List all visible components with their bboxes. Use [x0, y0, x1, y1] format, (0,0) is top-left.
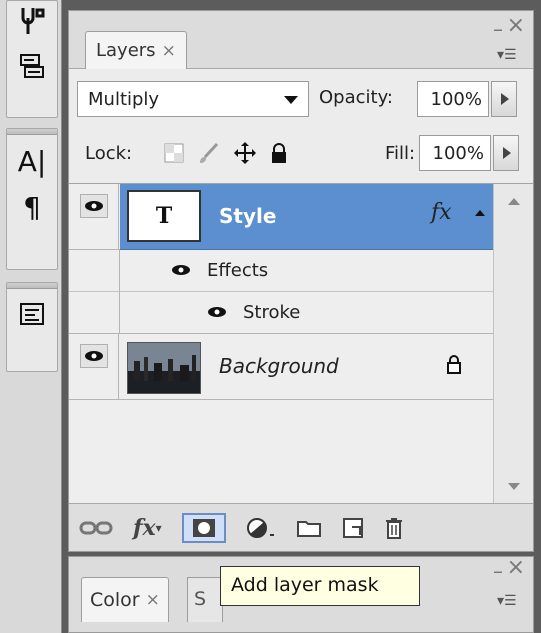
tab-layers-label: Layers: [96, 40, 156, 61]
eye-icon[interactable]: [79, 344, 108, 368]
layer-row-style[interactable]: T Style fx: [69, 184, 493, 250]
character-icon[interactable]: A|: [12, 141, 52, 181]
fill-label: Fill:: [385, 143, 416, 164]
trash-icon[interactable]: [384, 513, 404, 543]
adjustment-layer-icon[interactable]: [246, 513, 276, 543]
fill-field[interactable]: 100%: [419, 135, 491, 171]
fill-value: 100%: [432, 143, 484, 164]
group-grip: [7, 129, 57, 135]
fx-icon[interactable]: fx: [431, 200, 452, 225]
fill-slider-button[interactable]: [493, 135, 519, 171]
layer-list: T Style fx Effects Stroke Background: [69, 183, 533, 504]
eye-icon[interactable]: [171, 264, 191, 276]
brush-presets-icon[interactable]: [12, 1, 52, 41]
opacity-value: 100%: [430, 89, 482, 110]
panel-menu-icon[interactable]: ▾☰: [497, 593, 527, 611]
link-layers-icon[interactable]: [79, 513, 113, 543]
lock-transparent-icon[interactable]: [163, 142, 185, 164]
layers-scrollbar[interactable]: [493, 184, 533, 504]
tool-group-text: A| ¶: [6, 128, 58, 270]
layer-comps-icon[interactable]: [12, 295, 52, 335]
close-tab-icon[interactable]: ×: [162, 41, 176, 61]
tab-layers[interactable]: Layers ×: [85, 31, 187, 69]
paragraph-icon[interactable]: ¶: [12, 187, 52, 227]
lock-move-icon[interactable]: [233, 141, 257, 165]
lock-label: Lock:: [85, 143, 133, 164]
divider: [119, 292, 120, 334]
tool-strip: A| ¶: [0, 0, 62, 633]
blend-mode-value: Multiply: [88, 89, 160, 110]
chevron-down-icon: [284, 96, 298, 104]
close-icon[interactable]: ×: [507, 13, 525, 38]
tool-presets-icon[interactable]: [12, 47, 52, 87]
visibility-toggle[interactable]: [69, 184, 119, 249]
stroke-effect-row[interactable]: Stroke: [69, 292, 493, 334]
minimize-icon[interactable]: –: [493, 17, 503, 41]
effects-row[interactable]: Effects: [69, 250, 493, 292]
stroke-label: Stroke: [243, 302, 301, 323]
lock-icons: [163, 141, 289, 165]
effects-label: Effects: [207, 260, 269, 281]
lock-row: Lock: Fill: 100%: [77, 135, 525, 173]
divider: [119, 250, 120, 292]
tool-group-bottom: [6, 282, 58, 372]
group-folder-icon[interactable]: [296, 513, 322, 543]
blend-row: Multiply Opacity: 100%: [77, 81, 525, 119]
layer-name-style[interactable]: Style: [219, 204, 276, 228]
visibility-toggle[interactable]: [69, 334, 119, 399]
layers-panel: Layers × – × ▾☰ Multiply Opacity: 100% L…: [68, 10, 534, 552]
tool-group-top: [6, 0, 58, 118]
tab-color[interactable]: Color ×: [81, 577, 169, 622]
eye-icon[interactable]: [79, 194, 108, 218]
opacity-label: Opacity:: [319, 87, 393, 108]
scroll-down-icon[interactable]: [508, 483, 520, 490]
layer-name-background[interactable]: Background: [219, 354, 339, 378]
blend-mode-select[interactable]: Multiply: [77, 81, 309, 117]
tooltip: Add layer mask: [220, 566, 420, 606]
layer-thumbnail-text: T: [127, 190, 201, 242]
opacity-field[interactable]: 100%: [417, 81, 489, 117]
lock-all-icon[interactable]: [269, 142, 289, 164]
opacity-slider-button[interactable]: [491, 81, 517, 117]
fx-icon[interactable]: fx ▾: [133, 513, 162, 543]
panel-topbar: Layers × – × ▾☰: [69, 11, 533, 69]
tab-swatches-label: S: [194, 588, 207, 610]
background-thumbnail: [127, 342, 201, 394]
tab-color-label: Color: [90, 589, 140, 611]
scroll-up-icon[interactable]: [508, 198, 520, 205]
close-tab-icon[interactable]: ×: [146, 590, 160, 610]
collapse-effects-icon[interactable]: [475, 210, 485, 216]
lock-brush-icon[interactable]: [197, 141, 221, 165]
layer-mask-icon[interactable]: [181, 512, 226, 543]
tooltip-text: Add layer mask: [231, 574, 379, 596]
layer-row-background[interactable]: Background: [69, 334, 493, 400]
lock-icon: [447, 355, 461, 374]
group-grip: [7, 283, 57, 289]
minimize-icon[interactable]: –: [493, 559, 503, 583]
type-layer-glyph: T: [155, 203, 173, 229]
panel-menu-icon[interactable]: ▾☰: [497, 47, 527, 65]
tab-swatches[interactable]: S: [187, 577, 223, 622]
eye-icon[interactable]: [207, 306, 227, 318]
close-icon[interactable]: ×: [507, 555, 525, 580]
new-layer-icon[interactable]: [342, 513, 364, 543]
layers-bottom-bar: fx ▾: [69, 503, 533, 551]
